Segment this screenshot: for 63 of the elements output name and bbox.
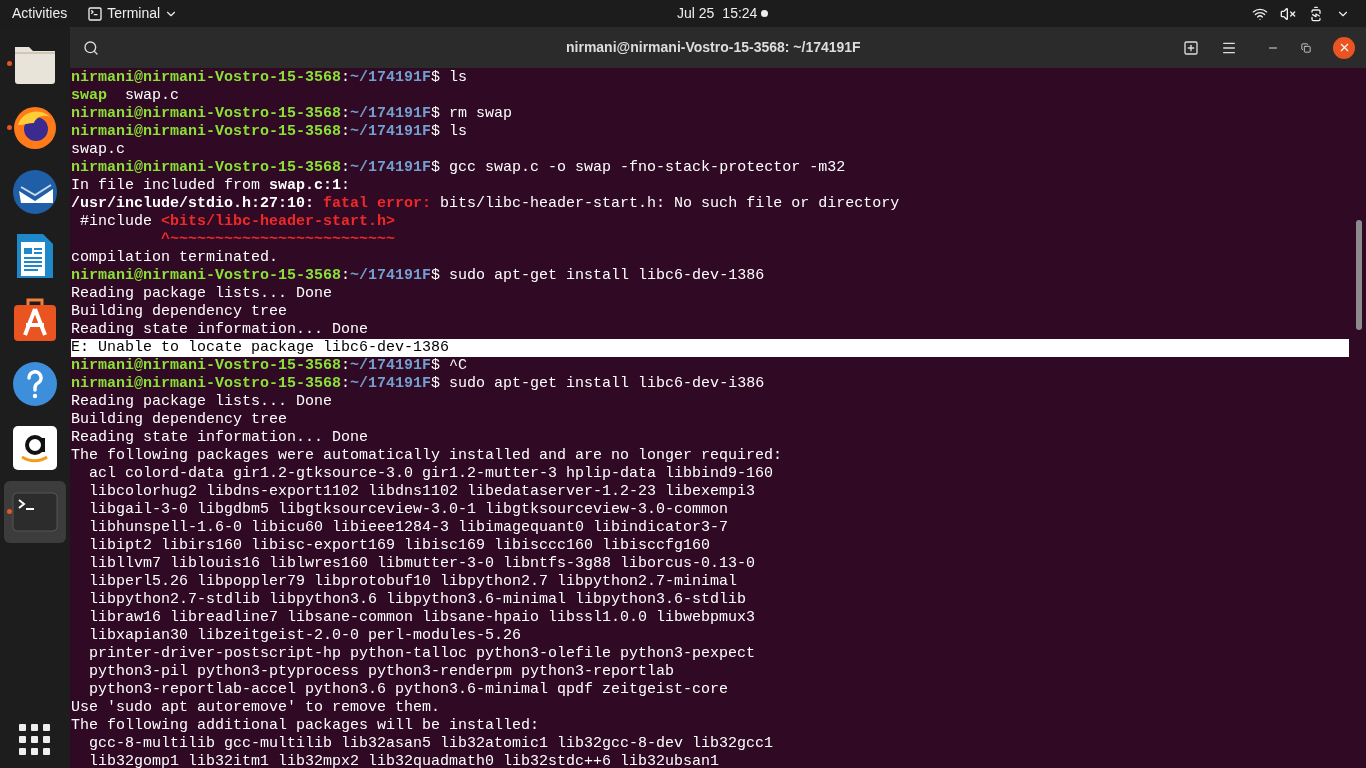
terminal-line: libcolorhug2 libdns-export1102 libdns1102 libedataserver-1.2-23 libexempi3 [88,483,757,501]
terminal-line: Reading package lists... Done [71,393,334,411]
terminal-line: lib32gomp1 lib32itm1 lib32mpx2 lib32quadmath0 lib32stdc++6 lib32ubsan1 [88,753,721,768]
terminal-line: libpython2.7-stdlib libpython3.6 libpython3.6-minimal libpython3.6-stdlib [88,591,748,609]
terminal-line: nirmani@nirmani-Vostro-15-3568:~/174191F$ ls [71,123,469,141]
terminal-line: swap.c [71,141,126,159]
notification-dot-icon [761,10,769,17]
clock-time[interactable]: 15:24 [722,3,758,24]
terminal-line: compilation terminated. [71,249,280,267]
shopping-bag-icon [12,297,58,343]
terminal-line: nirmani@nirmani-Vostro-15-3568:~/174191F$ sudo apt-get install libc6-dev-i386 [71,375,766,393]
restore-icon[interactable] [1301,42,1311,53]
running-indicator [7,61,12,66]
terminal-line: nirmani@nirmani-Vostro-15-3568:~/174191F$ ls [71,69,469,87]
terminal-line: Building dependency tree [71,303,289,321]
document-icon [15,232,55,280]
new-tab-icon[interactable] [1183,39,1199,56]
terminal-line: python3-pil python3-ptyprocess python3-renderpm python3-reportlab [88,663,676,681]
terminal-icon [87,5,104,22]
terminal-icon [12,492,58,532]
terminal-line: libhunspell-1.6-0 libicu60 libieee1284-3 libimagequant0 libindicator3-7 [88,519,730,537]
app-menu[interactable]: Terminal [79,3,187,24]
terminal-line: acl colord-data gir1.2-gtksource-3.0 gir1.2-mutter-3 hplip-data libbind9-160 [88,465,775,483]
volume-muted-icon[interactable] [1280,5,1296,22]
search-icon[interactable] [83,39,99,56]
mail-bird-icon [11,169,59,215]
terminal-line: printer-driver-postscript-hp python-talloc python3-olefile python3-pexpect [88,645,757,663]
close-button[interactable] [1333,36,1355,59]
terminal-line: libipt2 libirs160 libisc-export169 libisc169 libisccc160 libisccfg160 [88,537,712,555]
window-title: nirmani@nirmani-Vostro-15-3568: ~/174191F [566,38,861,57]
terminal-line: In file included from swap.c:1: [71,177,352,195]
battery-icon[interactable] [1308,5,1324,22]
help-icon [12,361,58,407]
running-indicator [7,125,12,130]
terminal-line: ^~~~~~~~~~~~~~~~~~~~~~~~~~ [160,231,397,249]
terminal-line: Reading package lists... Done [71,285,334,303]
terminal-line: swap swap.c [71,87,181,105]
terminal-line: Use 'sudo apt autoremove' to remove them. [71,699,442,717]
terminal-line: /usr/include/stdio.h:27:10: fatal error: bits/libc-header-start.h: No such file or directory [71,195,901,213]
terminal-line: The following packages were automatically installed and are no longer required: [71,447,784,465]
terminal-line: libraw16 libreadline7 libsane-common libsane-hpaio libssl1.0.0 libwebpmux3 [88,609,757,627]
shop-logo-icon [12,425,58,471]
terminal-line: gcc-8-multilib gcc-multilib lib32asan5 lib32atomic1 lib32gcc-8-dev lib32gcc1 [88,735,775,753]
terminal-line: nirmani@nirmani-Vostro-15-3568:~/174191F$ gcc swap.c -o swap -fno-stack-protector -m32 [71,159,847,177]
terminal-line: python3-reportlab-accel python3.6 python3.6-minimal qpdf zeitgeist-core [88,681,730,699]
browser-globe-icon [12,105,58,151]
scrollbar-thumb[interactable] [1356,220,1362,330]
terminal-line: Reading state information... Done [71,321,370,339]
terminal-line: Reading state information... Done [71,429,370,447]
app-grid-icon[interactable] [19,724,51,756]
terminal-line: Building dependency tree [71,411,289,429]
terminal-line: nirmani@nirmani-Vostro-15-3568:~/174191F$ sudo apt-get install libc6-dev-1386 [71,267,766,285]
terminal-line: libxapian30 libzeitgeist-2.0-0 perl-modules-5.26 [88,627,523,645]
terminal-line: nirmani@nirmani-Vostro-15-3568:~/174191F$ ^C [71,357,469,375]
terminal-line: nirmani@nirmani-Vostro-15-3568:~/174191F$ rm swap [71,105,514,123]
terminal-line: libgail-3-0 libgdbm5 libgtksourceview-3.0-1 libgtksourceview-3.0-common [88,501,730,519]
terminal-line: #include <bits/libc-header-start.h> [79,213,397,231]
terminal-line: libperl5.26 libpoppler79 libprotobuf10 libpython2.7 libpython2.7-minimal [88,573,739,591]
activities-button[interactable]: Activities [0,3,80,24]
running-indicator [7,509,12,514]
terminal-line: The following additional packages will be installed: [71,717,541,735]
clock-date[interactable]: Jul 25 [677,3,715,24]
terminal-line: libllvm7 liblouis16 liblwres160 libmutter-3-0 libntfs-3g88 liborcus-0.13-0 [88,555,757,573]
